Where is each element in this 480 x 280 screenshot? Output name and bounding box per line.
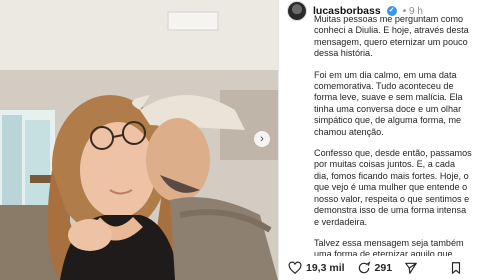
instagram-post: › lucasborbass ✓ • 9 h Muitas pessoas me… xyxy=(0,0,480,280)
caption-paragraph: Foi em um dia calmo, em uma data comemor… xyxy=(314,69,463,137)
share-button[interactable] xyxy=(404,261,418,275)
chevron-right-icon[interactable]: › xyxy=(254,131,270,147)
save-button[interactable] xyxy=(449,261,463,275)
like-count: 19,3 mil xyxy=(306,262,345,274)
comment-button[interactable]: 291 xyxy=(357,261,393,275)
post-photo[interactable]: › xyxy=(0,0,278,280)
post-side-panel: lucasborbass ✓ • 9 h Muitas pessoas me p… xyxy=(278,0,480,280)
share-icon xyxy=(405,262,417,274)
post-actions-bar: 19,3 mil 291 xyxy=(279,256,480,280)
like-button[interactable]: 19,3 mil xyxy=(288,261,345,275)
caption-paragraph: Confesso que, desde então, passamos por … xyxy=(314,148,472,227)
couple-photo-illustration xyxy=(0,0,278,280)
comment-icon xyxy=(358,261,370,274)
avatar[interactable] xyxy=(287,1,307,21)
caption-paragraph: Muitas pessoas me perguntam como conheci… xyxy=(314,14,469,59)
heart-icon xyxy=(288,261,302,275)
comment-count: 291 xyxy=(374,262,393,274)
bookmark-icon xyxy=(451,262,461,274)
post-caption: Muitas pessoas me perguntam como conheci… xyxy=(314,14,472,271)
